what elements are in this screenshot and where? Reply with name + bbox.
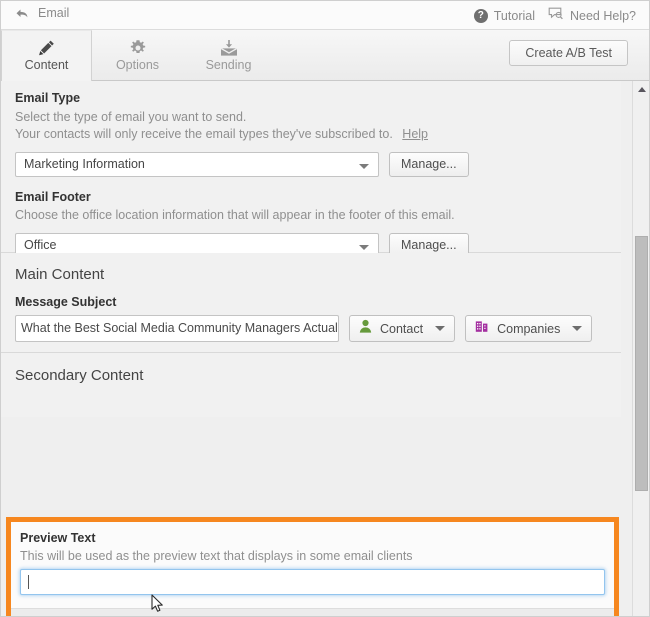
back-to-email-link[interactable]: Email bbox=[15, 6, 69, 20]
tab-content[interactable]: Content bbox=[1, 30, 92, 81]
tab-sending-label: Sending bbox=[206, 58, 252, 73]
tab-options-label: Options bbox=[116, 58, 159, 73]
tutorial-label: Tutorial bbox=[494, 9, 535, 23]
email-type-desc-1: Select the type of email you want to sen… bbox=[15, 109, 621, 126]
preview-text-highlight: Preview Text This will be used as the pr… bbox=[6, 517, 619, 617]
need-help-link[interactable]: Need Help? bbox=[548, 6, 636, 25]
email-type-help-link[interactable]: Help bbox=[402, 127, 428, 141]
email-type-desc-2: Your contacts will only receive the emai… bbox=[15, 127, 393, 141]
email-footer-title: Email Footer bbox=[15, 190, 621, 204]
gear-icon bbox=[129, 38, 147, 57]
create-ab-test-button[interactable]: Create A/B Test bbox=[509, 40, 628, 66]
back-label: Email bbox=[38, 6, 69, 20]
question-circle-icon: ? bbox=[474, 9, 488, 23]
editor-tabs: Content Options Sending Create A/B Te bbox=[1, 30, 649, 81]
email-type-section: Email Type Select the type of email you … bbox=[1, 81, 621, 252]
breadcrumb-bar: Email ? Tutorial Need Help? bbox=[1, 1, 649, 30]
secondary-content-section: Secondary Content bbox=[1, 353, 621, 417]
building-icon bbox=[475, 319, 489, 338]
main-content-heading: Main Content bbox=[15, 266, 621, 283]
email-type-manage-button[interactable]: Manage... bbox=[389, 152, 469, 177]
need-help-label: Need Help? bbox=[570, 9, 636, 23]
preview-text-panel: Preview Text This will be used as the pr… bbox=[11, 522, 614, 617]
email-type-desc-2-row: Your contacts will only receive the emai… bbox=[15, 126, 621, 143]
tab-options[interactable]: Options bbox=[92, 30, 183, 80]
back-arrow-icon bbox=[15, 7, 29, 21]
email-type-title: Email Type bbox=[15, 91, 621, 105]
email-type-control-row: Marketing Information Manage... bbox=[15, 152, 621, 177]
email-type-select[interactable]: Marketing Information bbox=[15, 152, 379, 177]
message-subject-input[interactable]: What the Best Social Media Community Man… bbox=[15, 315, 339, 342]
preview-text-footer bbox=[11, 609, 614, 617]
email-footer-select-value: Office bbox=[24, 238, 56, 252]
tab-sending[interactable]: Sending bbox=[183, 30, 274, 80]
vertical-scrollbar-thumb[interactable] bbox=[635, 236, 648, 491]
preview-text-desc: This will be used as the preview text th… bbox=[20, 548, 614, 565]
email-type-select-value: Marketing Information bbox=[24, 157, 145, 171]
contact-token-button[interactable]: Contact bbox=[349, 315, 455, 342]
person-icon bbox=[359, 319, 372, 338]
chevron-down-icon bbox=[359, 164, 369, 169]
companies-token-label: Companies bbox=[497, 322, 560, 336]
email-footer-desc: Choose the office location information t… bbox=[15, 207, 621, 224]
companies-token-button[interactable]: Companies bbox=[465, 315, 592, 342]
secondary-content-heading: Secondary Content bbox=[15, 367, 621, 384]
scroll-up-arrow-icon[interactable] bbox=[638, 87, 646, 92]
chevron-down-icon bbox=[435, 326, 445, 331]
chevron-down-icon bbox=[572, 326, 582, 331]
text-caret bbox=[28, 575, 29, 589]
contact-token-label: Contact bbox=[380, 322, 423, 336]
speech-bubble-search-icon bbox=[548, 6, 564, 25]
message-subject-label: Message Subject bbox=[15, 295, 621, 309]
vertical-scrollbar[interactable] bbox=[632, 81, 649, 617]
pencil-icon bbox=[38, 38, 56, 57]
editor-body: Email Type Select the type of email you … bbox=[1, 81, 649, 617]
tab-content-label: Content bbox=[25, 58, 69, 73]
email-editor-window: Email ? Tutorial Need Help? bbox=[0, 0, 650, 617]
send-envelope-icon bbox=[219, 38, 239, 57]
top-right-links: ? Tutorial Need Help? bbox=[474, 6, 636, 25]
main-content-section: Main Content Message Subject What the Be… bbox=[1, 253, 621, 352]
preview-text-title: Preview Text bbox=[20, 531, 614, 545]
tutorial-link[interactable]: ? Tutorial bbox=[474, 9, 535, 23]
message-subject-row: What the Best Social Media Community Man… bbox=[15, 315, 621, 342]
form-column: Email Type Select the type of email you … bbox=[1, 81, 621, 617]
preview-text-input[interactable] bbox=[20, 569, 605, 595]
chevron-down-icon bbox=[359, 245, 369, 250]
